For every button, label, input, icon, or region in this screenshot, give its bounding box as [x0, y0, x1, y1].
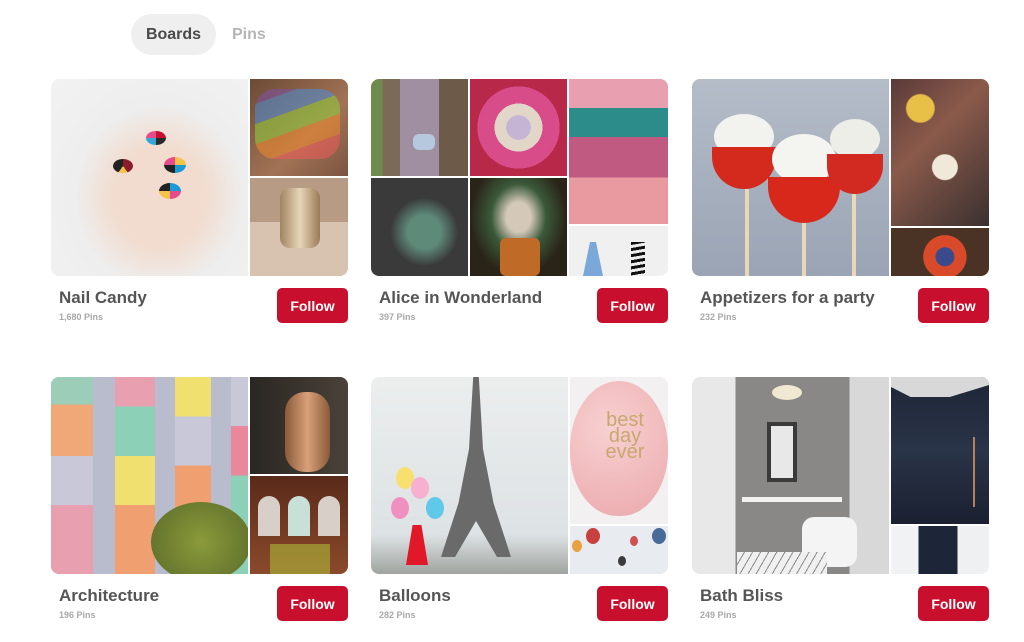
- board-title[interactable]: Alice in Wonderland: [379, 288, 542, 308]
- follow-button[interactable]: Follow: [597, 288, 668, 323]
- pin-count: 282 Pins: [379, 610, 416, 620]
- board-meta: Alice in Wonderland 397 Pins Follow: [371, 288, 668, 340]
- board-card[interactable]: Alice in Wonderland 397 Pins Follow: [371, 79, 668, 340]
- pin-image: [250, 476, 348, 574]
- pin-image: [891, 526, 989, 574]
- pin-image: [470, 79, 567, 176]
- pin-image: [570, 526, 668, 574]
- board-pin-tabs: Boards Pins: [131, 14, 282, 55]
- follow-button[interactable]: Follow: [918, 288, 989, 323]
- pin-count: 1,680 Pins: [59, 312, 104, 322]
- pin-image: [371, 79, 468, 176]
- board-title[interactable]: Nail Candy: [59, 288, 147, 308]
- follow-button[interactable]: Follow: [918, 586, 989, 621]
- board-cover-collage[interactable]: [371, 79, 668, 276]
- board-card[interactable]: Bath Bliss 249 Pins Follow: [692, 377, 989, 638]
- board-card[interactable]: Nail Candy 1,680 Pins Follow: [51, 79, 348, 340]
- board-cover-collage[interactable]: [51, 377, 348, 574]
- board-title[interactable]: Architecture: [59, 586, 159, 606]
- follow-button[interactable]: Follow: [277, 586, 348, 621]
- pin-image: [692, 377, 889, 574]
- pin-image: best day ever: [570, 377, 668, 524]
- pin-image: [371, 377, 568, 574]
- pin-image: [692, 79, 889, 276]
- board-cover-collage[interactable]: [51, 79, 348, 276]
- pin-image: [250, 178, 348, 276]
- pin-image: [891, 377, 989, 524]
- board-meta: Balloons 282 Pins Follow: [371, 586, 668, 638]
- pin-image: [371, 178, 468, 276]
- board-meta: Bath Bliss 249 Pins Follow: [692, 586, 989, 638]
- pin-image: [51, 79, 248, 276]
- board-card[interactable]: Appetizers for a party 232 Pins Follow: [692, 79, 989, 340]
- pin-image: [569, 226, 668, 276]
- board-cover-collage[interactable]: [692, 79, 989, 276]
- follow-button[interactable]: Follow: [597, 586, 668, 621]
- pin-image: [891, 79, 989, 226]
- pin-image: [569, 79, 668, 224]
- board-title[interactable]: Balloons: [379, 586, 451, 606]
- board-meta: Nail Candy 1,680 Pins Follow: [51, 288, 348, 340]
- board-cover-collage[interactable]: [692, 377, 989, 574]
- board-card[interactable]: best day ever Balloons 282 Pins Follow: [371, 377, 668, 638]
- pin-count: 196 Pins: [59, 610, 96, 620]
- board-meta: Appetizers for a party 232 Pins Follow: [692, 288, 989, 340]
- pin-image: [891, 228, 989, 276]
- pin-image: [470, 178, 567, 276]
- pin-image: [250, 377, 348, 474]
- pin-image: [51, 377, 248, 574]
- tab-pins[interactable]: Pins: [216, 14, 282, 55]
- pin-image: [250, 79, 348, 176]
- board-card[interactable]: Architecture 196 Pins Follow: [51, 377, 348, 638]
- pin-count: 397 Pins: [379, 312, 416, 322]
- tab-boards[interactable]: Boards: [131, 14, 216, 55]
- board-meta: Architecture 196 Pins Follow: [51, 586, 348, 638]
- board-cover-collage[interactable]: best day ever: [371, 377, 668, 574]
- follow-button[interactable]: Follow: [277, 288, 348, 323]
- board-title[interactable]: Appetizers for a party: [700, 288, 875, 308]
- board-title[interactable]: Bath Bliss: [700, 586, 783, 606]
- pin-count: 232 Pins: [700, 312, 737, 322]
- pin-count: 249 Pins: [700, 610, 737, 620]
